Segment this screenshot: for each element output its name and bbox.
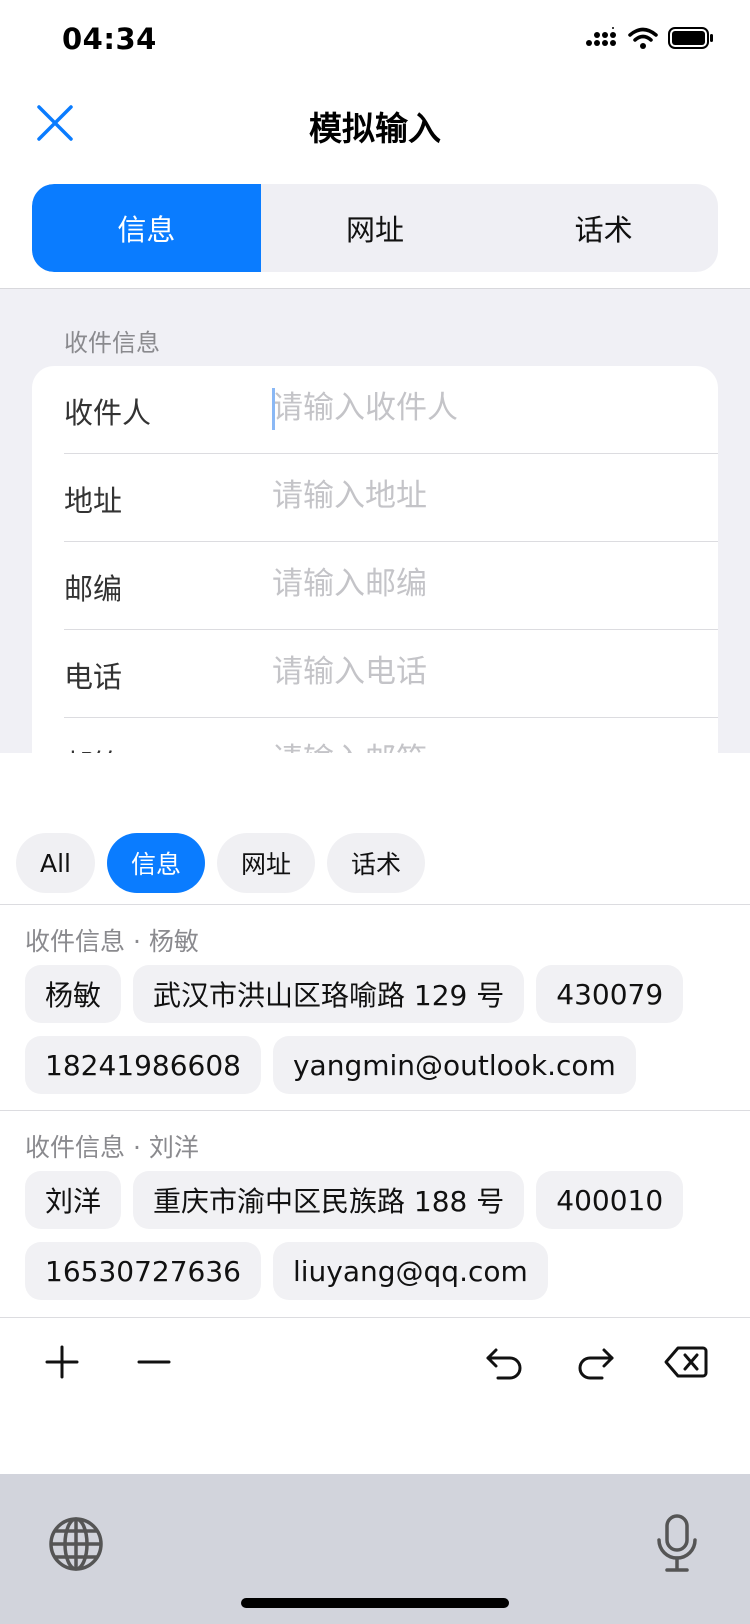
suggestion-postcode[interactable]: 430079 bbox=[536, 965, 684, 1023]
status-time: 04:34 bbox=[62, 22, 157, 56]
delete-button[interactable] bbox=[656, 1332, 716, 1392]
remove-button[interactable] bbox=[124, 1332, 184, 1392]
filter-url[interactable]: 网址 bbox=[217, 833, 316, 893]
tab-url[interactable]: 网址 bbox=[261, 184, 490, 272]
plus-icon bbox=[45, 1345, 79, 1379]
divider bbox=[0, 1110, 750, 1111]
battery-icon bbox=[668, 27, 713, 49]
filter-chips: All 信息 网址 话术 bbox=[16, 833, 426, 893]
add-button[interactable] bbox=[32, 1332, 92, 1392]
form-row-postcode: 邮编 bbox=[64, 542, 718, 630]
header: 模拟输入 bbox=[0, 80, 750, 180]
section-label: 收件信息 bbox=[64, 329, 160, 357]
home-indicator bbox=[241, 1598, 509, 1608]
globe-button[interactable] bbox=[48, 1516, 104, 1576]
postcode-input[interactable] bbox=[272, 560, 712, 608]
address-label: 地址 bbox=[64, 484, 123, 518]
redo-button[interactable] bbox=[566, 1332, 626, 1392]
dictation-button[interactable] bbox=[656, 1514, 698, 1578]
backspace-icon bbox=[664, 1346, 708, 1378]
filter-info[interactable]: 信息 bbox=[107, 833, 206, 893]
cellular-signal-icon bbox=[586, 27, 616, 46]
page-title: 模拟输入 bbox=[309, 109, 441, 148]
phone-input[interactable] bbox=[272, 648, 712, 696]
suggestion-phone[interactable]: 16530727636 bbox=[25, 1242, 261, 1300]
status-bar: 04:34 bbox=[0, 0, 750, 80]
email-label: 邮箱 bbox=[64, 742, 122, 753]
form-row-phone: 电话 bbox=[64, 630, 718, 718]
form-row-email: 邮箱 bbox=[64, 718, 718, 753]
group-title: 收件信息 · 刘洋 bbox=[25, 1133, 199, 1162]
pill-row: 16530727636 liuyang@qq.com bbox=[25, 1242, 548, 1300]
suggestion-email[interactable]: yangmin@outlook.com bbox=[272, 1036, 636, 1094]
filter-script[interactable]: 话术 bbox=[327, 833, 426, 893]
undo-icon bbox=[486, 1348, 522, 1380]
pill-row: 刘洋 重庆市渝中区民族路 188 号 400010 bbox=[25, 1171, 684, 1229]
pill-row: 18241986608 yangmin@outlook.com bbox=[25, 1036, 636, 1094]
form-row-address: 地址 bbox=[64, 454, 718, 542]
form-row-recipient: 收件人 bbox=[64, 366, 718, 454]
suggestion-name[interactable]: 杨敏 bbox=[25, 965, 122, 1023]
address-input[interactable] bbox=[272, 472, 712, 520]
recipient-label: 收件人 bbox=[64, 396, 152, 430]
minus-icon bbox=[137, 1360, 171, 1364]
microphone-icon bbox=[657, 1514, 697, 1572]
tab-script[interactable]: 话术 bbox=[489, 184, 718, 272]
filter-all[interactable]: All bbox=[16, 833, 95, 893]
suggestion-postcode[interactable]: 400010 bbox=[536, 1171, 684, 1229]
suggestion-address[interactable]: 重庆市渝中区民族路 188 号 bbox=[133, 1171, 525, 1229]
postcode-label: 邮编 bbox=[64, 572, 123, 606]
divider bbox=[0, 904, 750, 905]
wifi-icon bbox=[628, 27, 658, 49]
undo-button[interactable] bbox=[474, 1332, 534, 1392]
suggestion-phone[interactable]: 18241986608 bbox=[25, 1036, 261, 1094]
edit-toolbar bbox=[0, 1318, 750, 1406]
group-title: 收件信息 · 杨敏 bbox=[25, 927, 199, 956]
suggestion-address[interactable]: 武汉市洪山区珞喻路 129 号 bbox=[133, 965, 525, 1023]
status-icons bbox=[586, 26, 714, 50]
phone-label: 电话 bbox=[64, 660, 123, 694]
email-input[interactable] bbox=[272, 736, 712, 753]
suggestion-name[interactable]: 刘洋 bbox=[25, 1171, 122, 1229]
form-area: 收件信息 收件人 地址 邮编 电话 邮箱 bbox=[0, 289, 750, 753]
form-card: 收件人 地址 邮编 电话 邮箱 bbox=[32, 366, 718, 753]
redo-icon bbox=[578, 1348, 614, 1380]
segmented-tabs: 信息 网址 话术 bbox=[32, 184, 718, 272]
text-caret bbox=[272, 388, 275, 430]
tab-info[interactable]: 信息 bbox=[32, 184, 261, 272]
globe-icon bbox=[49, 1517, 103, 1571]
recipient-input[interactable] bbox=[272, 384, 712, 432]
pill-row: 杨敏 武汉市洪山区珞喻路 129 号 430079 bbox=[25, 965, 684, 1023]
suggestion-email[interactable]: liuyang@qq.com bbox=[272, 1242, 548, 1300]
